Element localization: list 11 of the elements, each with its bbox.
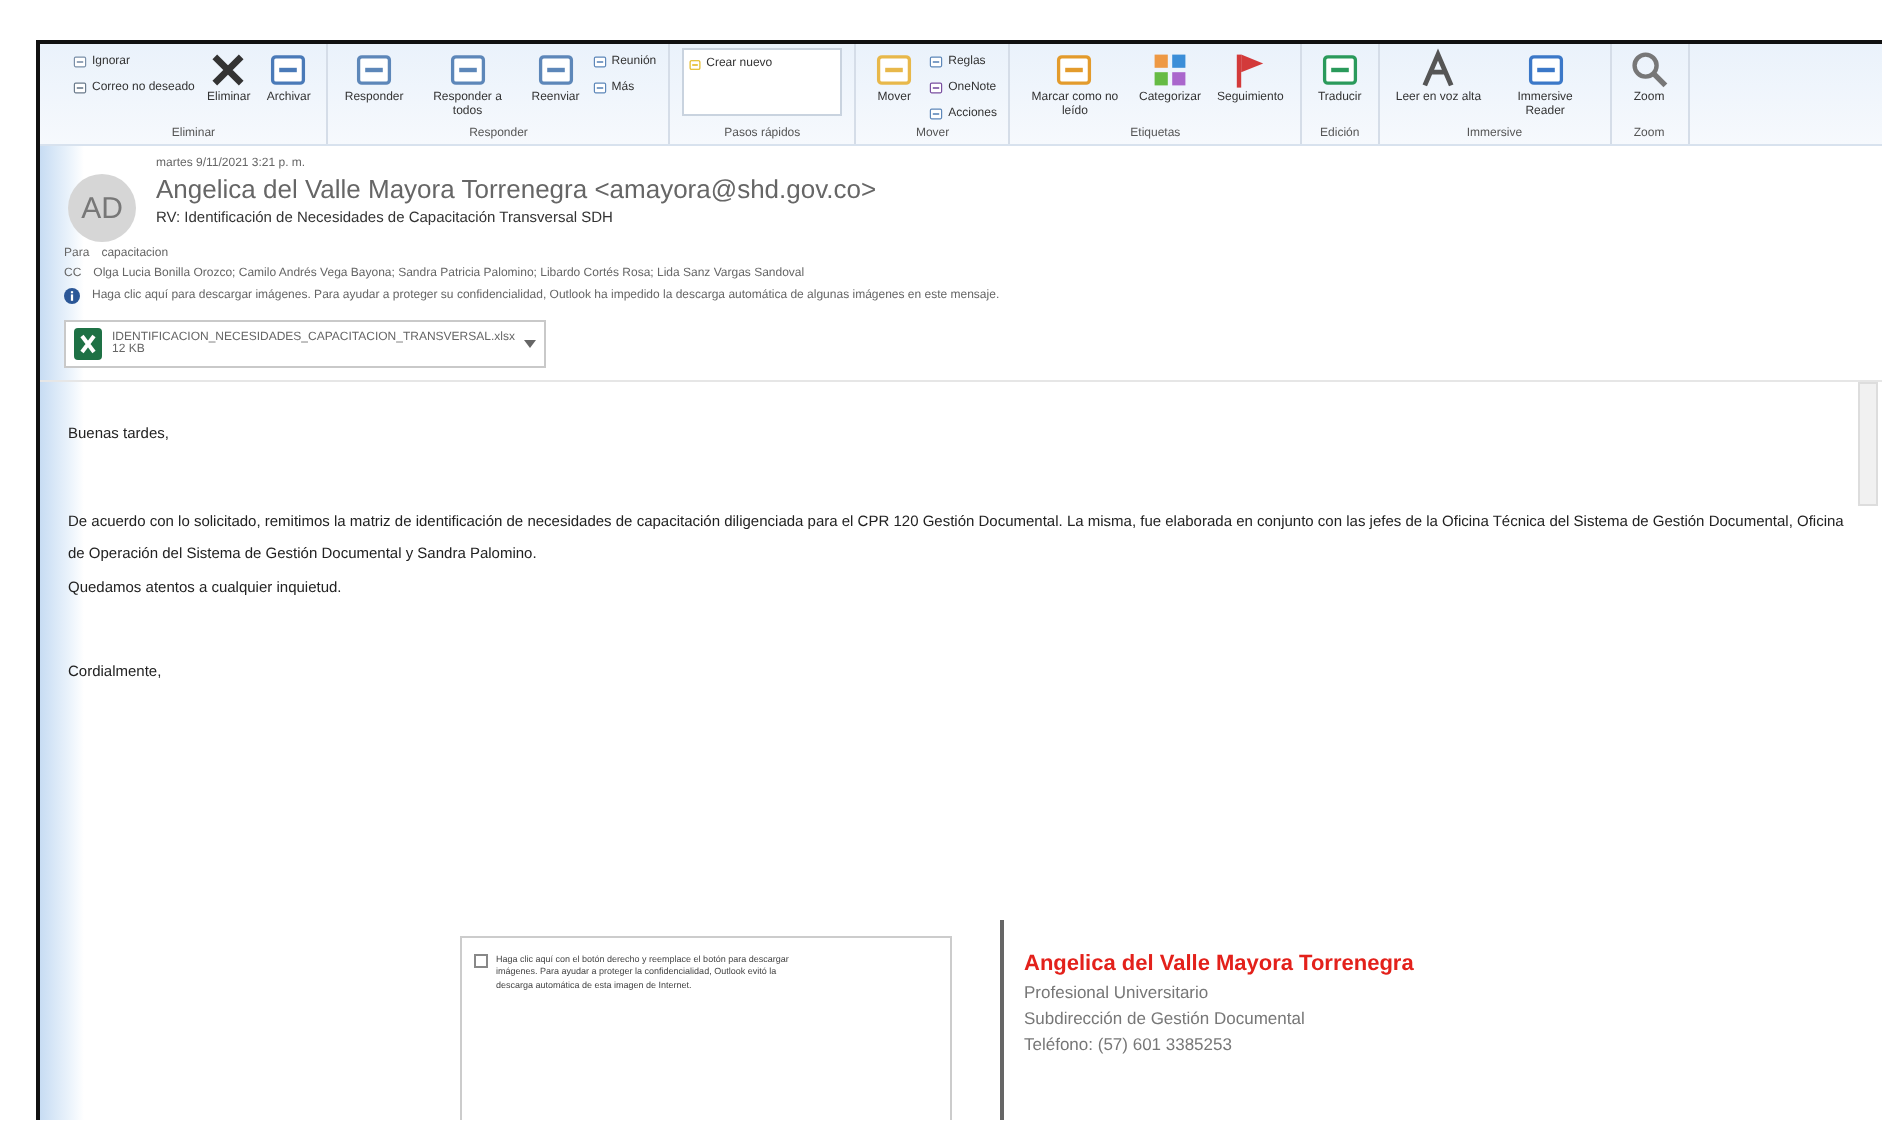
chevron-down-icon: [524, 340, 537, 348]
scrollbar[interactable]: [1858, 382, 1878, 506]
avatar: AD: [68, 174, 136, 242]
signature-line: Profesional Universitario: [1024, 982, 1211, 1002]
info-icon: [64, 288, 80, 304]
zoom-icon: [1627, 48, 1672, 92]
signature-name: Angelica del Valle Mayora Torrenegra: [1024, 952, 1414, 976]
sender[interactable]: Angelica del Valle Mayora Torrenegra <amayora@shd.gov.co>: [156, 174, 877, 204]
spreadsheet-icon: [74, 328, 102, 360]
signature-line: Subdirección de Gestión Documental: [1024, 1008, 1307, 1028]
signature-line: Teléfono: (57) 601 3385253: [1024, 1034, 1234, 1054]
